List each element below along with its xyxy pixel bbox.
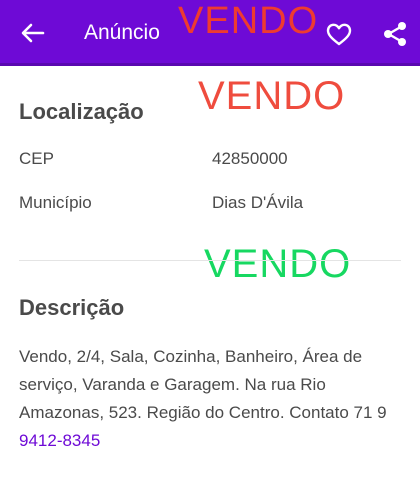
vendo-overlay-text: VENDO: [198, 74, 346, 118]
municipality-label: Município: [19, 193, 92, 212]
back-arrow-icon[interactable]: [18, 18, 48, 48]
location-section-title: Localização: [19, 99, 144, 124]
description-text: Vendo, 2/4, Sala, Cozinha, Banheiro, Áre…: [19, 343, 401, 455]
cep-label: CEP: [19, 149, 54, 168]
description-section-title: Descrição: [19, 295, 125, 320]
cep-value: 42850000: [212, 149, 288, 168]
share-icon[interactable]: [380, 19, 410, 49]
heart-icon[interactable]: [324, 19, 354, 49]
section-divider: [19, 260, 401, 261]
description-body: Vendo, 2/4, Sala, Cozinha, Banheiro, Áre…: [19, 347, 387, 422]
municipality-value: Dias D'Ávila: [212, 193, 304, 212]
phone-link[interactable]: 9412-8345: [19, 431, 100, 450]
page-title: Anúncio: [84, 21, 160, 44]
vendo-overlay-text: VENDO: [178, 0, 319, 42]
vendo-overlay-text: VENDO: [204, 242, 352, 286]
